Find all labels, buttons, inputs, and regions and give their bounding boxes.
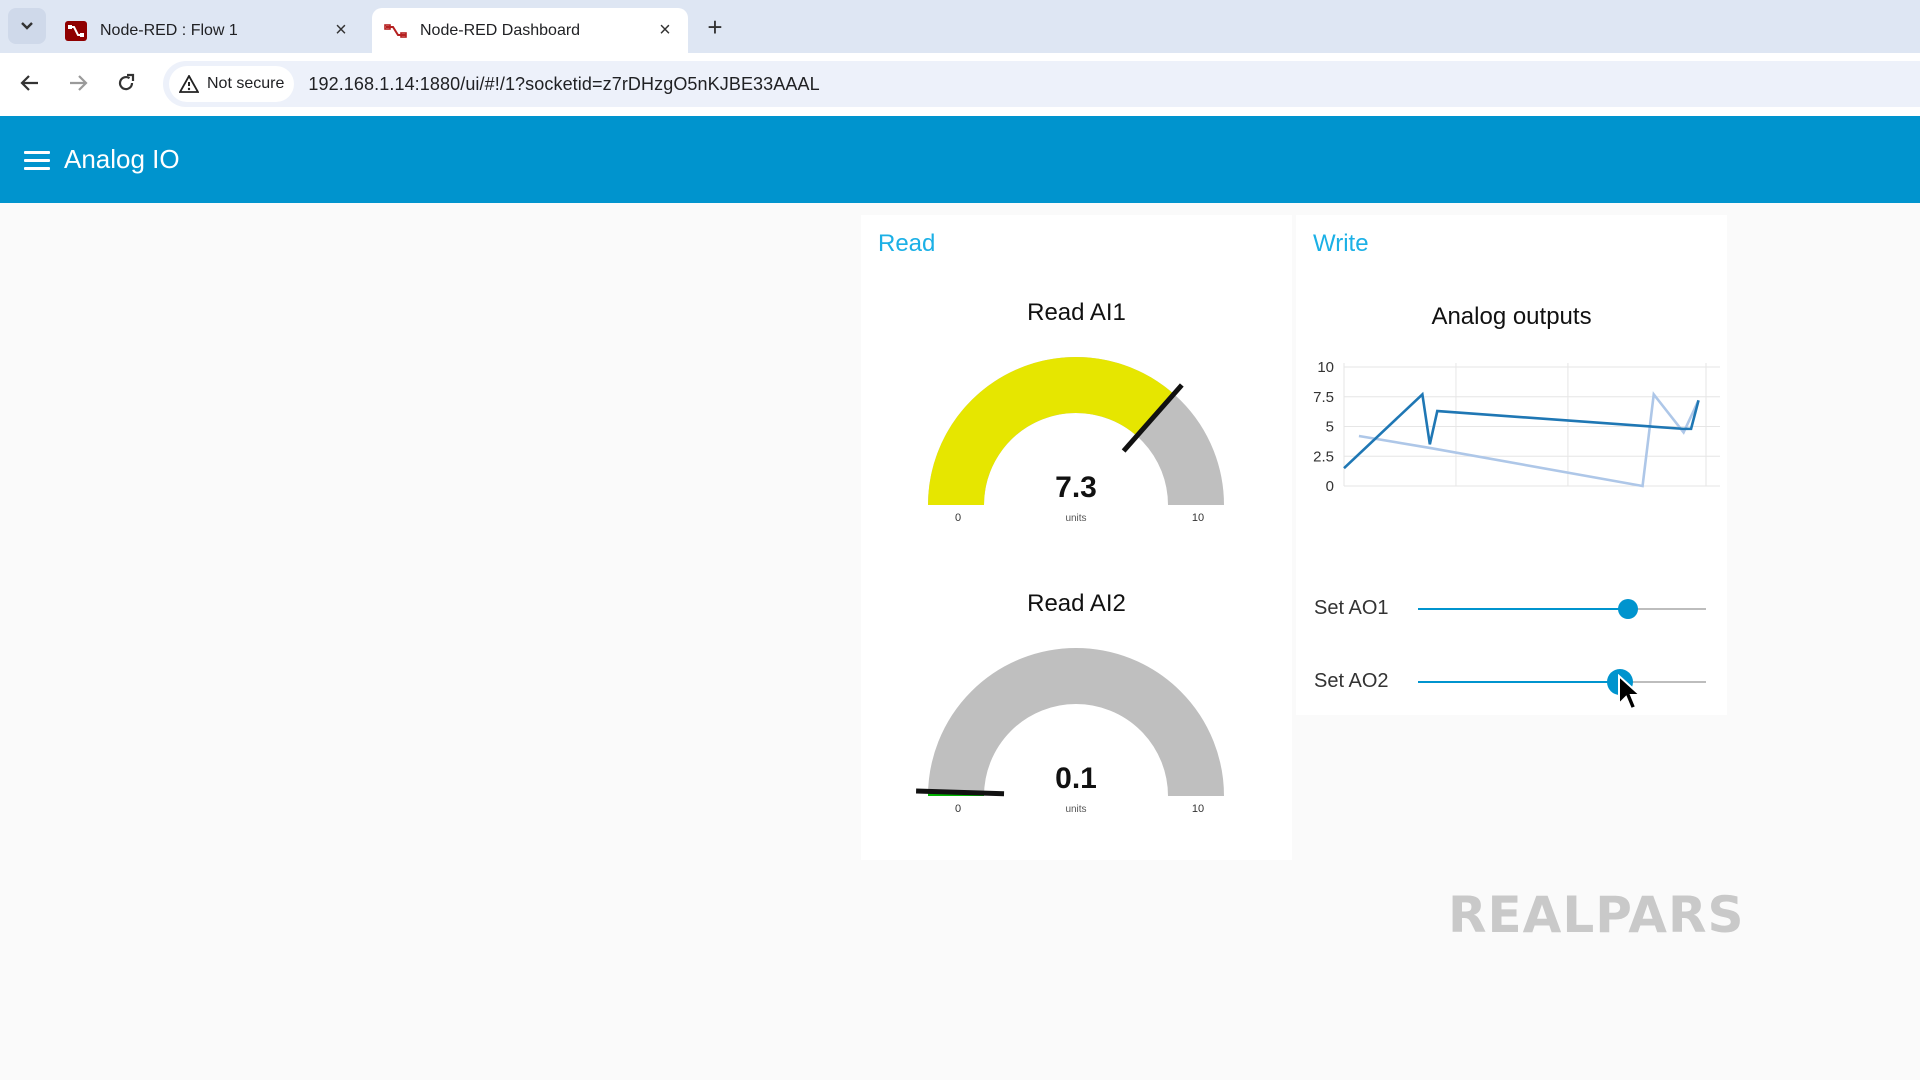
node-red-icon bbox=[64, 20, 88, 42]
reload-button[interactable] bbox=[110, 67, 142, 99]
analog-outputs-chart: 107.552.5013:03:2413:03:5413:04:2413:05:… bbox=[1313, 359, 1720, 495]
reload-icon bbox=[118, 73, 135, 91]
menu-icon[interactable] bbox=[24, 151, 50, 171]
gauge-min-label: 0 bbox=[955, 512, 961, 524]
warning-icon bbox=[179, 75, 199, 93]
slider-track[interactable] bbox=[1418, 669, 1706, 695]
chevron-down-icon bbox=[21, 22, 33, 30]
gauge-min-label: 0 bbox=[955, 803, 961, 815]
gauge-max-label: 10 bbox=[1192, 803, 1204, 815]
gauge-units: units bbox=[1065, 804, 1086, 815]
y-tick-label: 0 bbox=[1326, 478, 1334, 495]
slider-set-ao2: Set AO2 bbox=[1314, 662, 1714, 702]
mouse-cursor-icon bbox=[1618, 674, 1643, 711]
gauge-units: units bbox=[1065, 513, 1086, 524]
y-tick-label: 10 bbox=[1317, 359, 1334, 376]
gauge-max-label: 10 bbox=[1192, 512, 1204, 524]
tab-search-button[interactable] bbox=[8, 8, 46, 44]
slider-set-ao1: Set AO1 bbox=[1314, 589, 1714, 629]
slider-label: Set AO1 bbox=[1314, 597, 1389, 619]
browser-toolbar: Not secure 192.168.1.14:1880/ui/#!/1?soc… bbox=[0, 53, 1920, 116]
page-title: Analog IO bbox=[64, 144, 180, 174]
gauge-read-ai2: 0.1 units 0 10 bbox=[916, 648, 1224, 815]
close-icon[interactable]: × bbox=[654, 19, 676, 42]
read-group: Read Read AI1 7.3 units 0 10 Read AI2 0.1 un… bbox=[861, 215, 1292, 860]
new-tab-button[interactable]: + bbox=[700, 12, 730, 42]
chart-series-line bbox=[1358, 391, 1700, 488]
forward-button[interactable] bbox=[62, 67, 94, 99]
slider-track[interactable] bbox=[1418, 599, 1706, 619]
tab-node-red-dashboard[interactable]: Node-RED Dashboard × bbox=[372, 8, 688, 53]
gauge-value: 7.3 bbox=[1055, 471, 1097, 504]
arrow-left-icon bbox=[20, 75, 38, 91]
group-title: Write bbox=[1313, 230, 1369, 257]
gauge-value: 0.1 bbox=[1055, 762, 1097, 795]
back-button[interactable] bbox=[14, 67, 46, 99]
slider-thumb[interactable] bbox=[1618, 599, 1639, 619]
browser-tab-bar: Node-RED : Flow 1 × Node-RED Dashboard ×… bbox=[0, 0, 1920, 53]
address-bar[interactable]: Not secure 192.168.1.14:1880/ui/#!/1?soc… bbox=[163, 61, 1920, 107]
tab-title: Node-RED Dashboard bbox=[420, 21, 581, 39]
write-group: Write Analog outputs 107.552.5013:03:241… bbox=[1296, 215, 1727, 715]
security-chip[interactable]: Not secure bbox=[169, 66, 295, 102]
group-title: Read bbox=[878, 230, 936, 257]
security-label: Not secure bbox=[207, 75, 285, 92]
gauge-needle bbox=[916, 788, 1005, 797]
realpars-watermark: REALPARS bbox=[1448, 886, 1745, 944]
arrow-right-icon bbox=[70, 75, 88, 91]
y-tick-label: 5 bbox=[1326, 419, 1334, 436]
slider-fill bbox=[1418, 681, 1620, 683]
slider-label: Set AO2 bbox=[1314, 670, 1389, 692]
dashboard-header: Analog IO bbox=[0, 116, 1920, 203]
node-red-icon bbox=[384, 20, 408, 42]
tab-node-red-flow[interactable]: Node-RED : Flow 1 × bbox=[52, 8, 364, 53]
url-text[interactable]: 192.168.1.14:1880/ui/#!/1?socketid=z7rDH… bbox=[308, 74, 819, 95]
chart-title: Analog outputs bbox=[1431, 303, 1592, 330]
gauge-title: Read AI1 bbox=[1027, 299, 1126, 326]
close-icon[interactable]: × bbox=[330, 19, 352, 42]
y-tick-label: 2.5 bbox=[1313, 448, 1334, 465]
y-tick-label: 7.5 bbox=[1313, 389, 1334, 406]
gauge-read-ai1: 7.3 units 0 10 bbox=[928, 357, 1224, 524]
tab-title: Node-RED : Flow 1 bbox=[100, 21, 238, 39]
slider-fill bbox=[1418, 608, 1629, 610]
gauge-title: Read AI2 bbox=[1027, 590, 1126, 617]
